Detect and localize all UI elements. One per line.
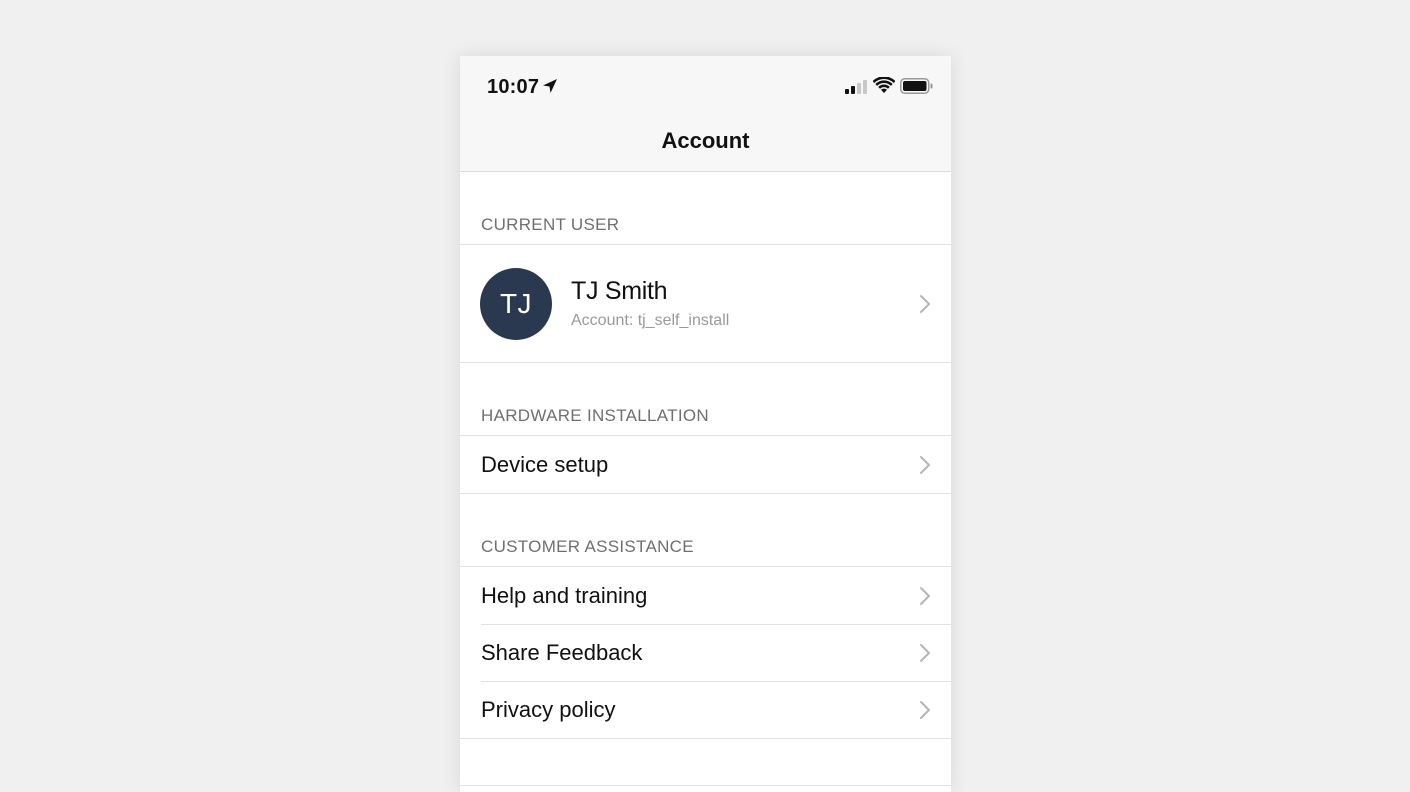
battery-icon (900, 78, 933, 94)
status-bar: 10:07 (460, 56, 951, 116)
section-header-customer-assistance: CUSTOMER ASSISTANCE (481, 537, 694, 556)
location-arrow-icon (543, 79, 557, 93)
current-user-group: TJ TJ Smith Account: tj_self_install (460, 244, 951, 363)
device-setup-label: Device setup (481, 452, 609, 477)
help-and-training-row[interactable]: Help and training (460, 567, 951, 624)
share-feedback-row[interactable]: Share Feedback (460, 624, 951, 681)
status-time: 10:07 (487, 76, 540, 98)
chevron-right-icon (920, 643, 930, 662)
share-feedback-label: Share Feedback (481, 640, 643, 665)
customer-assistance-group: Help and training Share Feedback Privacy… (460, 566, 951, 739)
cellular-signal-icon (845, 80, 867, 94)
wifi-icon (873, 77, 895, 93)
hardware-installation-group: Device setup (460, 435, 951, 494)
avatar: TJ (480, 268, 552, 340)
page-title: Account (661, 128, 750, 153)
device-setup-row[interactable]: Device setup (460, 436, 951, 493)
privacy-policy-label: Privacy policy (481, 697, 616, 722)
privacy-policy-row[interactable]: Privacy policy (460, 681, 951, 738)
top-bar: 10:07 Account (460, 56, 951, 172)
help-and-training-label: Help and training (481, 583, 648, 608)
chevron-right-icon (920, 294, 930, 313)
user-name: TJ Smith (571, 277, 668, 305)
chevron-right-icon (920, 586, 930, 605)
section-header-hardware-installation: HARDWARE INSTALLATION (481, 406, 709, 425)
phone-screen: 10:07 Account CURRENT USER TJ TJ Smith A… (460, 56, 951, 792)
divider (460, 785, 951, 786)
chevron-right-icon (920, 700, 930, 719)
current-user-row[interactable]: TJ TJ Smith Account: tj_self_install (460, 245, 951, 362)
chevron-right-icon (920, 455, 930, 474)
section-header-current-user: CURRENT USER (481, 215, 620, 234)
user-account: Account: tj_self_install (571, 312, 730, 329)
